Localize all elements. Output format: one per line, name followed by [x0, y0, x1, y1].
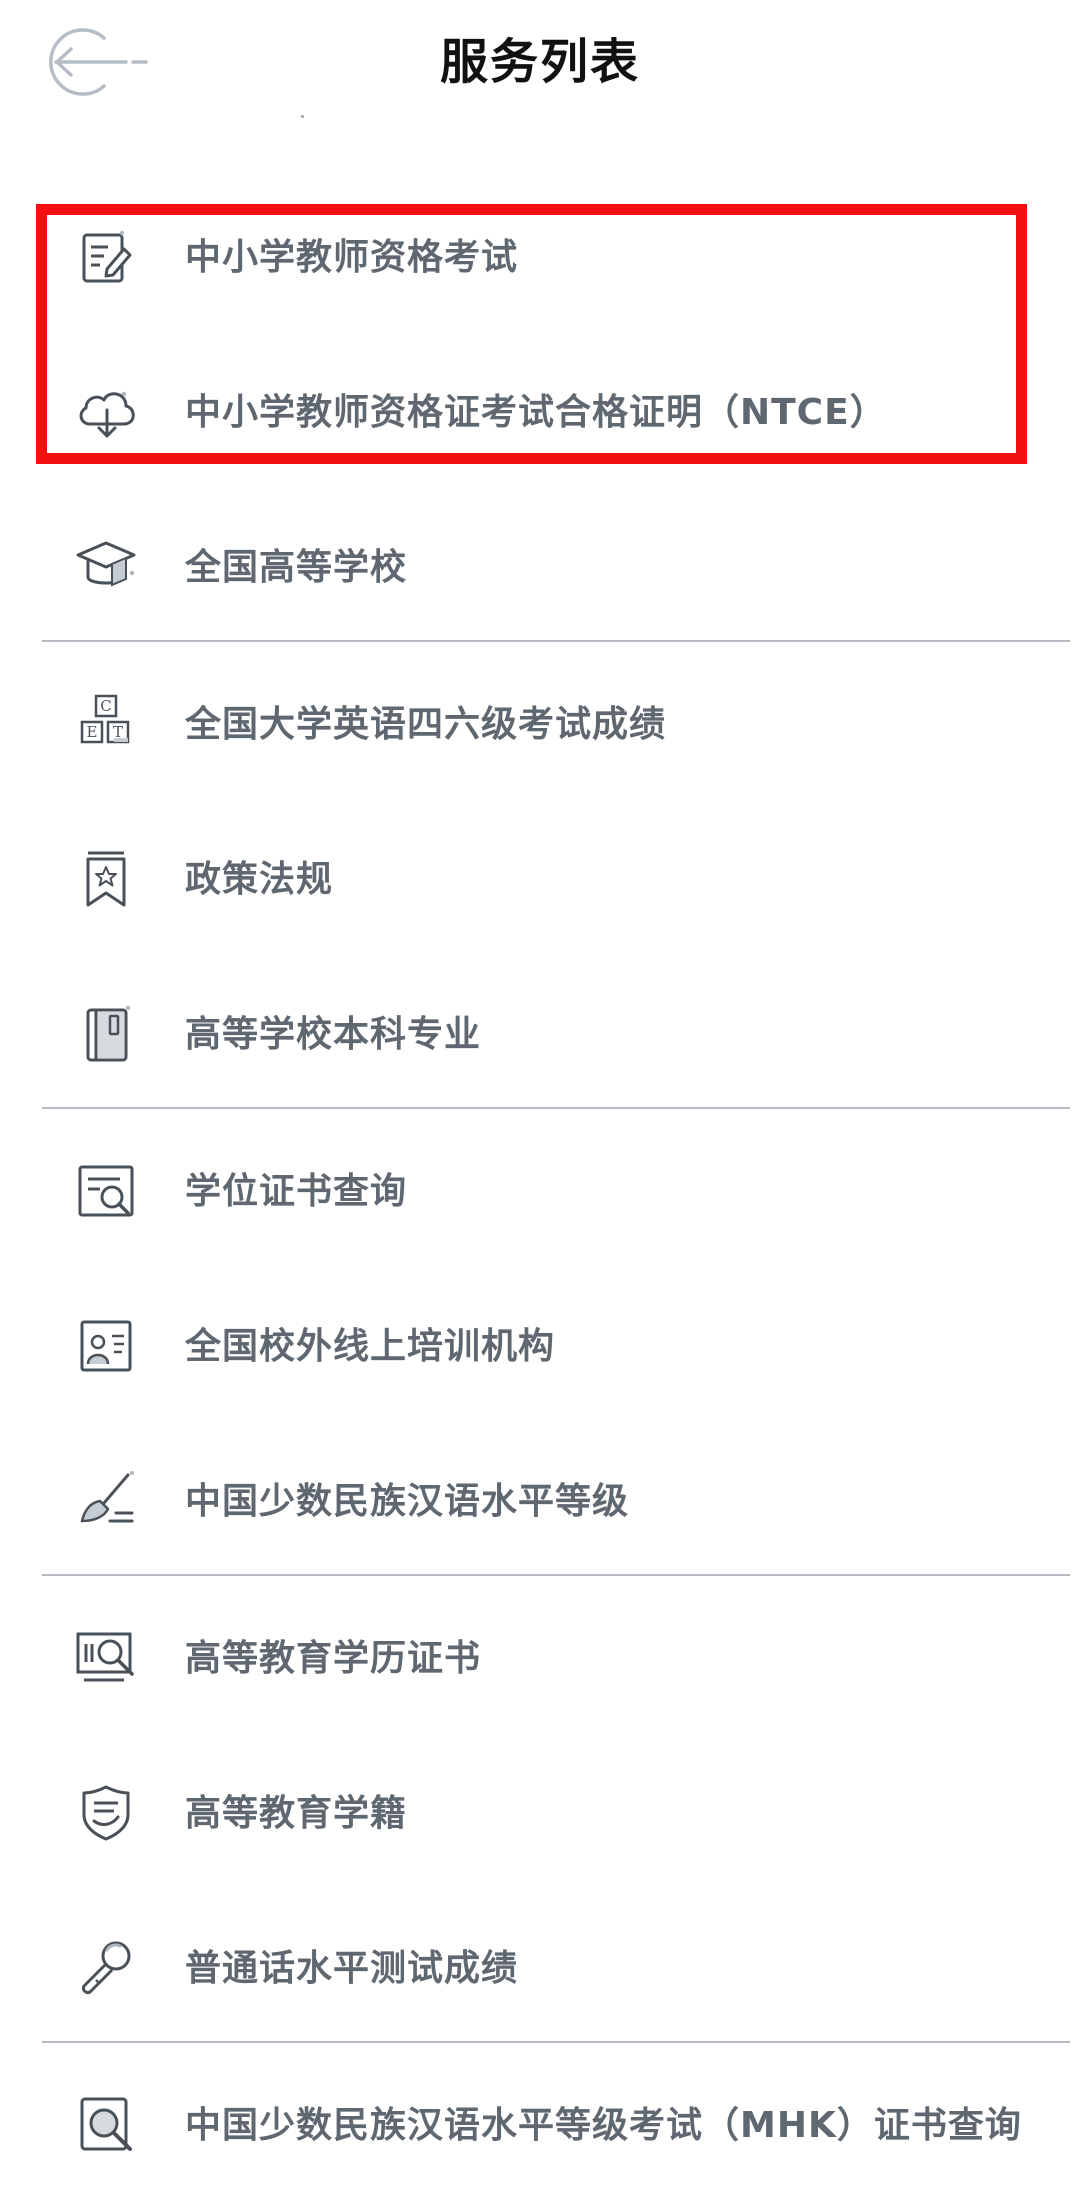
section-divider — [42, 1107, 1070, 1109]
section-divider — [42, 640, 1070, 642]
service-label: 中小学教师资格考试 — [185, 237, 519, 278]
monitor-search-icon — [74, 1626, 138, 1690]
service-label: 中小学教师资格证考试合格证明（NTCE） — [185, 392, 887, 433]
document-edit-icon — [74, 225, 138, 289]
service-list: 中小学教师资格考试 中小学教师资格证考试合格证明（NTCE） 全国高等学校 C … — [0, 0, 1080, 2187]
service-label: 高等教育学籍 — [185, 1793, 408, 1834]
service-item-ntce-certificate[interactable]: 中小学教师资格证考试合格证明（NTCE） — [42, 352, 1072, 472]
book-icon — [74, 1002, 138, 1066]
section-divider — [42, 1574, 1070, 1576]
graduation-cap-icon — [74, 535, 138, 599]
service-item-policies[interactable]: 政策法规 — [42, 819, 1072, 939]
service-item-online-training-institutions[interactable]: 全国校外线上培训机构 — [42, 1286, 1072, 1406]
service-item-student-status[interactable]: 高等教育学籍 — [42, 1753, 1072, 1873]
certificate-search-icon — [74, 1159, 138, 1223]
service-item-mandarin-test-scores[interactable]: 普通话水平测试成绩 — [42, 1908, 1072, 2028]
service-item-minority-chinese-level[interactable]: 中国少数民族汉语水平等级 — [42, 1441, 1072, 1561]
service-item-higher-education-schools[interactable]: 全国高等学校 — [42, 507, 1072, 627]
service-item-mhk-certificate-query[interactable]: 中国少数民族汉语水平等级考试（MHK）证书查询 — [42, 2065, 1072, 2185]
shield-list-icon — [74, 1781, 138, 1845]
service-label: 中国少数民族汉语水平等级 — [185, 1481, 630, 1522]
service-label: 全国大学英语四六级考试成绩 — [185, 704, 667, 745]
bookmark-star-icon — [74, 847, 138, 911]
service-label: 普通话水平测试成绩 — [185, 1948, 519, 1989]
service-label: 全国高等学校 — [185, 547, 408, 588]
service-item-teacher-qualification-exam[interactable]: 中小学教师资格考试 — [42, 197, 1072, 317]
service-item-higher-education-diploma[interactable]: 高等教育学历证书 — [42, 1598, 1072, 1718]
service-label: 高等学校本科专业 — [185, 1014, 482, 1055]
letter-blocks-icon: C E T — [74, 692, 138, 756]
section-divider — [42, 2041, 1070, 2043]
magnifier-icon — [74, 2093, 138, 2157]
cloud-download-icon — [74, 380, 138, 444]
service-label: 中国少数民族汉语水平等级考试（MHK）证书查询 — [185, 2105, 1022, 2146]
service-label: 高等教育学历证书 — [185, 1638, 482, 1679]
service-item-degree-certificate-query[interactable]: 学位证书查询 — [42, 1131, 1072, 1251]
service-item-cet-scores[interactable]: C E T 全国大学英语四六级考试成绩 — [42, 664, 1072, 784]
microphone-icon — [74, 1936, 138, 2000]
paint-brush-icon — [74, 1469, 138, 1533]
svg-text:C: C — [100, 697, 111, 715]
service-label: 政策法规 — [185, 859, 334, 900]
service-label: 全国校外线上培训机构 — [185, 1326, 556, 1367]
service-label: 学位证书查询 — [185, 1171, 408, 1212]
person-card-icon — [74, 1314, 138, 1378]
svg-text:E: E — [87, 723, 98, 741]
service-item-undergraduate-majors[interactable]: 高等学校本科专业 — [42, 974, 1072, 1094]
